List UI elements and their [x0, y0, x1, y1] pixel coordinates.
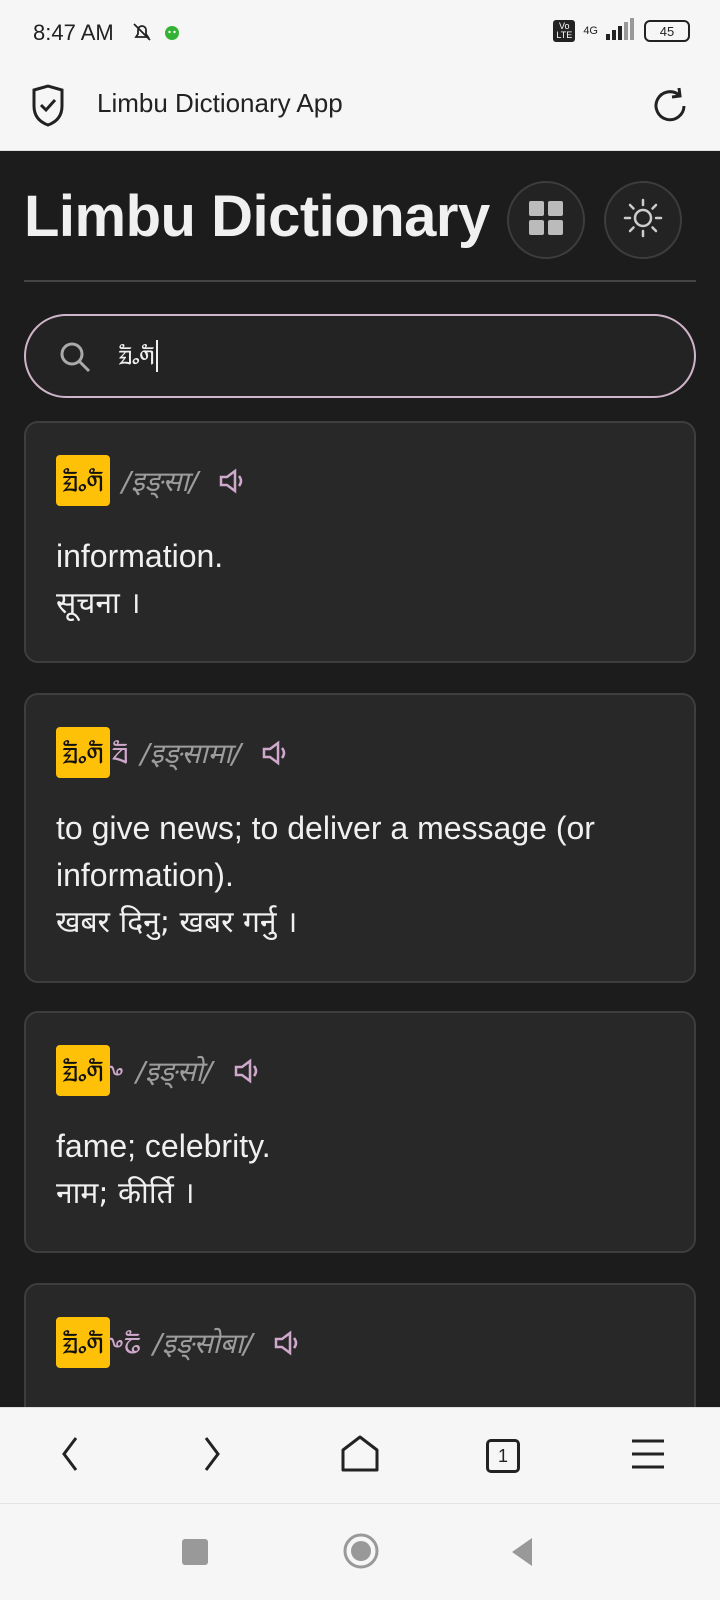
sun-icon	[623, 198, 663, 242]
search-input[interactable]: ᤀᤠᤱᤛᤠ	[118, 338, 159, 372]
tabs-button[interactable]: 1	[468, 1426, 538, 1486]
signal-icon	[606, 18, 636, 44]
browser-title-bar: Limbu Dictionary App	[0, 66, 720, 151]
entry-pronunciation: /इङ्सोबा/	[152, 1326, 253, 1360]
definition-english: fame; celebrity.	[56, 1128, 271, 1164]
chevron-right-icon	[200, 1434, 224, 1478]
definition-english: to give news; to deliver a message (or i…	[56, 810, 595, 893]
menu-button[interactable]	[613, 1426, 683, 1486]
network-type: 4G	[583, 25, 598, 37]
entry-suffix: ᤴ	[111, 1051, 124, 1089]
home-circle-icon[interactable]	[342, 1532, 380, 1574]
tab-count: 1	[497, 1445, 508, 1466]
speaker-icon[interactable]	[273, 1329, 303, 1357]
battery-indicator: 45	[644, 20, 690, 42]
grid-view-button[interactable]	[507, 181, 585, 259]
dictionary-entry[interactable]: ᤀᤠᤱᤛᤠ ᤔᤠ /इङ्सामा/ to give news; to deli…	[24, 693, 696, 983]
dictionary-entry[interactable]: ᤀᤠᤱᤛᤠ ᤴ /इङ्सो/ fame; celebrity. नाम; की…	[24, 1011, 696, 1253]
search-bar[interactable]: ᤀᤠᤱᤛᤠ	[24, 314, 696, 398]
browser-bottom-nav: 1	[0, 1407, 720, 1503]
entry-word: ᤀᤠᤱᤛᤠ	[56, 727, 110, 778]
shield-check-icon[interactable]	[28, 84, 68, 132]
status-time: 8:47 AM	[33, 20, 114, 45]
entry-pronunciation: /इङ्सा/	[121, 464, 199, 498]
status-bar: 8:47 AM Vo LTE 4G 45	[0, 0, 720, 66]
grid-icon	[528, 200, 564, 240]
definition-english: information.	[56, 538, 224, 574]
hamburger-menu-icon	[630, 1438, 666, 1474]
home-button[interactable]	[325, 1426, 395, 1486]
speaker-icon[interactable]	[218, 467, 248, 495]
dictionary-entry[interactable]: ᤀᤠᤱᤛᤠ /इङ्सा/ information. सूचना ।	[24, 421, 696, 663]
entry-word: ᤀᤠᤱᤛᤠ	[56, 455, 110, 506]
speaker-icon[interactable]	[233, 1057, 263, 1085]
definition-nepali: खबर दिनु; खबर गर्नु ।	[56, 905, 298, 940]
system-nav-bar	[0, 1503, 720, 1600]
definition-nepali: सूचना ।	[56, 586, 141, 621]
home-icon	[340, 1434, 380, 1478]
theme-toggle-button[interactable]	[604, 181, 682, 259]
back-button[interactable]	[35, 1426, 105, 1486]
volte-icon: Vo LTE	[553, 20, 576, 42]
bell-muted-icon	[130, 20, 154, 48]
recents-icon[interactable]	[182, 1539, 208, 1565]
search-icon	[58, 340, 92, 378]
definition-nepali: नाम; कीर्ति ।	[56, 1176, 195, 1211]
header-divider	[24, 280, 696, 282]
entry-pronunciation: /इङ्सामा/	[140, 736, 242, 770]
page-title: Limbu Dictionary	[24, 184, 490, 249]
speaker-icon[interactable]	[261, 739, 291, 767]
entry-word: ᤀᤠᤱᤛᤠ	[56, 1317, 110, 1368]
refresh-icon[interactable]	[648, 84, 692, 132]
chevron-left-icon	[58, 1434, 82, 1478]
android-icon	[162, 22, 182, 46]
dictionary-page: Limbu Dictionary ᤀᤠᤱᤛᤠ ᤀᤠᤱᤛᤠ /इङ्सा/ inf…	[0, 151, 720, 1407]
dictionary-entry[interactable]: ᤀᤠᤱᤛᤠ ᤴᤒᤠ /इङ्सोबा/	[24, 1283, 696, 1407]
entry-suffix: ᤴᤒᤠ	[111, 1323, 141, 1361]
back-triangle-icon[interactable]	[508, 1536, 536, 1572]
entry-suffix: ᤔᤠ	[111, 733, 129, 771]
browser-title: Limbu Dictionary App	[97, 88, 343, 118]
entry-pronunciation: /इङ्सो/	[135, 1054, 213, 1088]
forward-button[interactable]	[177, 1426, 247, 1486]
entry-word: ᤀᤠᤱᤛᤠ	[56, 1045, 110, 1096]
tabs-icon: 1	[486, 1439, 520, 1473]
